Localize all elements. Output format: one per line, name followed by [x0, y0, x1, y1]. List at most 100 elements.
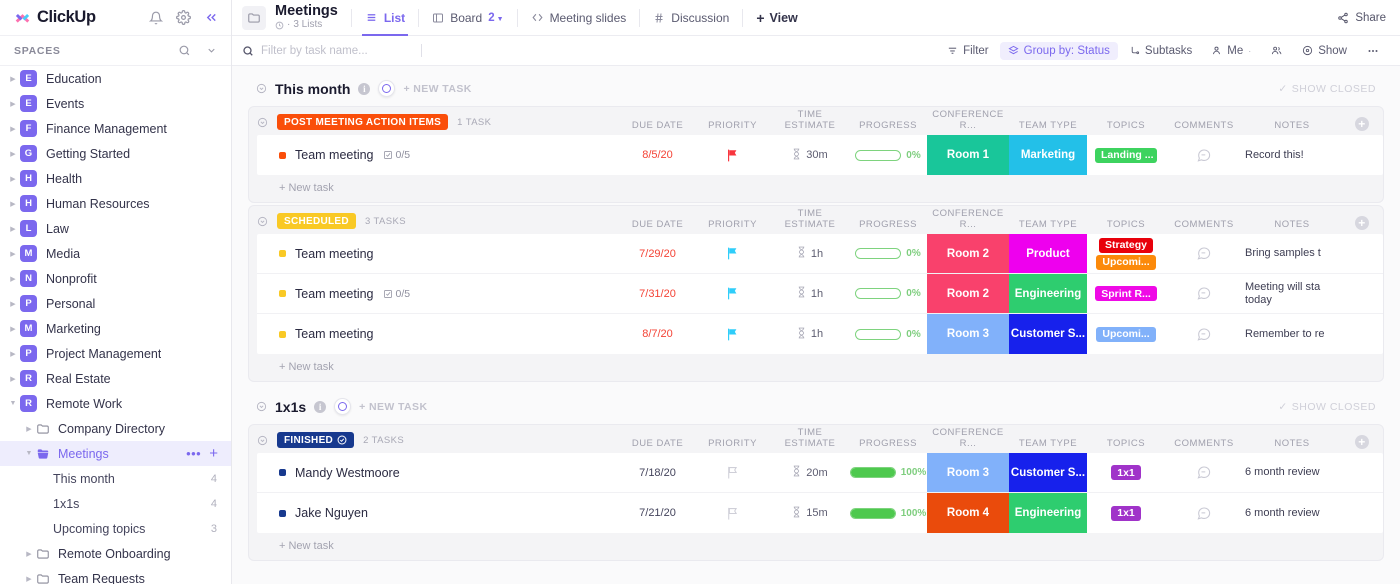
due-date-cell[interactable]: 7/31/20 — [621, 274, 694, 313]
comments-cell[interactable] — [1165, 493, 1243, 533]
status-dot[interactable] — [279, 509, 286, 517]
add-column-button[interactable]: + — [1355, 435, 1369, 449]
status-badge[interactable]: SCHEDULED — [277, 213, 356, 229]
conference-room-cell[interactable]: Room 1 — [927, 135, 1009, 175]
tab-list[interactable]: List — [352, 0, 418, 36]
comments-cell[interactable] — [1165, 234, 1243, 273]
topic-tag[interactable]: Strategy — [1098, 237, 1153, 253]
sidebar-space-project-management[interactable]: ▶ P Project Management — [0, 341, 231, 366]
folder-add-icon[interactable]: + — [209, 446, 218, 461]
column-header[interactable]: TIME ESTIMATE — [771, 208, 849, 230]
table-row[interactable]: Mandy Westmoore 7/18/20 20m 100% Room 3 Custo… — [257, 453, 1383, 493]
sidebar-space-marketing[interactable]: ▶ M Marketing — [0, 316, 231, 341]
topics-cell[interactable]: Landing ... — [1087, 135, 1165, 175]
new-task-button[interactable]: + NEW TASK — [403, 83, 471, 95]
due-date-cell[interactable]: 7/21/20 — [621, 493, 694, 533]
column-header[interactable]: DUE DATE — [621, 219, 694, 230]
comments-cell[interactable] — [1165, 453, 1243, 492]
team-type-cell[interactable]: Marketing — [1009, 135, 1087, 175]
progress-cell[interactable]: 0% — [849, 135, 927, 175]
tab-discussion[interactable]: Discussion — [640, 0, 742, 36]
sidebar-space-education[interactable]: ▶ E Education — [0, 66, 231, 91]
column-header[interactable]: TOPICS — [1087, 438, 1165, 449]
conference-room-cell[interactable]: Room 3 — [927, 453, 1009, 492]
column-header[interactable]: NOTES — [1243, 438, 1341, 449]
folder-more-icon[interactable]: ••• — [186, 447, 201, 460]
share-button[interactable]: Share — [1337, 12, 1386, 24]
sidebar-folder-meetings[interactable]: ▼ Meetings ••• + — [0, 441, 231, 466]
task-name-cell[interactable]: Team meeting — [257, 314, 621, 354]
due-date-cell[interactable]: 7/18/20 — [621, 453, 694, 492]
collapse-section-icon[interactable] — [256, 83, 267, 94]
show-closed-button[interactable]: ✓ SHOW CLOSED — [1278, 401, 1384, 413]
time-estimate-cell[interactable]: 1h — [771, 274, 849, 313]
sidebar-space-health[interactable]: ▶ H Health — [0, 166, 231, 191]
topics-cell[interactable]: 1x1 — [1087, 493, 1165, 533]
status-dot[interactable] — [279, 469, 286, 476]
gear-icon[interactable] — [176, 10, 191, 25]
filter-btn-subtasks[interactable]: Subtasks — [1121, 42, 1200, 60]
column-header[interactable]: PROGRESS — [849, 438, 927, 449]
filter-btn-me[interactable]: Me · — [1203, 42, 1259, 60]
status-dot[interactable] — [279, 330, 286, 338]
column-header[interactable]: TEAM TYPE — [1009, 120, 1087, 131]
sidebar-folder-company-directory[interactable]: ▶ Company Directory — [0, 416, 231, 441]
search-input[interactable] — [261, 44, 411, 57]
filter-btn-people[interactable] — [1262, 42, 1291, 59]
chevron-right-icon[interactable]: ▶ — [6, 300, 20, 308]
avatar[interactable] — [378, 80, 396, 97]
task-name-cell[interactable]: Team meeting 0/5 — [257, 274, 621, 313]
conference-room-cell[interactable]: Room 2 — [927, 234, 1009, 273]
time-estimate-cell[interactable]: 1h — [771, 234, 849, 273]
chevron-right-icon[interactable]: ▶ — [6, 75, 20, 83]
priority-cell[interactable] — [694, 314, 771, 354]
collapse-section-icon[interactable] — [256, 401, 267, 412]
sidebar-list-1x1s[interactable]: 1x1s 4 — [0, 491, 231, 516]
sidebar-space-nonprofit[interactable]: ▶ N Nonprofit — [0, 266, 231, 291]
time-estimate-cell[interactable]: 20m — [771, 453, 849, 492]
sidebar-folder-remote-onboarding[interactable]: ▶ Remote Onboarding — [0, 541, 231, 566]
filter-btn-more[interactable] — [1358, 42, 1388, 60]
chevron-right-icon[interactable]: ▶ — [6, 100, 20, 108]
status-badge[interactable]: FINISHED — [277, 432, 355, 448]
notes-cell[interactable]: Meeting will sta today — [1243, 274, 1341, 313]
chevron-right-icon[interactable]: ▶ — [6, 150, 20, 158]
task-name-cell[interactable]: Team meeting — [257, 234, 621, 273]
due-date-cell[interactable]: 8/5/20 — [621, 135, 694, 175]
status-badge[interactable]: POST MEETING ACTION ITEMS — [277, 114, 449, 130]
chevron-down-icon[interactable]: ▼ — [22, 450, 36, 457]
time-estimate-cell[interactable]: 15m — [771, 493, 849, 533]
sidebar-list-this-month[interactable]: This month 4 — [0, 466, 231, 491]
filter-btn-filter[interactable]: Filter — [939, 42, 997, 60]
column-header[interactable]: NOTES — [1243, 219, 1341, 230]
conference-room-cell[interactable]: Room 4 — [927, 493, 1009, 533]
collapse-group-icon[interactable] — [257, 435, 268, 446]
priority-cell[interactable] — [694, 274, 771, 313]
table-row[interactable]: Team meeting 8/7/20 1h 0% Room 3 Customer S..… — [257, 314, 1383, 354]
sidebar-space-events[interactable]: ▶ E Events — [0, 91, 231, 116]
team-type-cell[interactable]: Engineering — [1009, 274, 1087, 313]
table-row[interactable]: Jake Nguyen 7/21/20 15m 100% Room 4 Engineeri… — [257, 493, 1383, 533]
column-header[interactable]: CONFERENCE R... — [927, 427, 1009, 449]
sidebar-space-media[interactable]: ▶ M Media — [0, 241, 231, 266]
topic-tag[interactable]: 1x1 — [1111, 465, 1141, 480]
chevron-right-icon[interactable]: ▶ — [22, 425, 36, 433]
table-row[interactable]: Team meeting 0/5 7/31/20 1h 0% Room 2 Engineer… — [257, 274, 1383, 314]
column-header[interactable]: DUE DATE — [621, 120, 694, 131]
notes-cell[interactable]: 6 month review — [1243, 493, 1341, 533]
chevron-down-icon[interactable] — [204, 43, 219, 58]
comments-cell[interactable] — [1165, 274, 1243, 313]
task-name-cell[interactable]: Mandy Westmoore — [257, 453, 621, 492]
column-header[interactable]: PROGRESS — [849, 219, 927, 230]
sidebar-space-human-resources[interactable]: ▶ H Human Resources — [0, 191, 231, 216]
collapse-group-icon[interactable] — [257, 216, 268, 227]
team-type-cell[interactable]: Customer S... — [1009, 453, 1087, 492]
column-header[interactable]: COMMENTS — [1165, 219, 1243, 230]
collapse-group-icon[interactable] — [257, 117, 268, 128]
team-type-cell[interactable]: Customer S... — [1009, 314, 1087, 354]
sidebar-folder-team-requests[interactable]: ▶ Team Requests — [0, 566, 231, 584]
column-header[interactable]: TOPICS — [1087, 120, 1165, 131]
chevron-right-icon[interactable]: ▶ — [6, 275, 20, 283]
column-header[interactable]: COMMENTS — [1165, 438, 1243, 449]
chevron-right-icon[interactable]: ▶ — [6, 125, 20, 133]
